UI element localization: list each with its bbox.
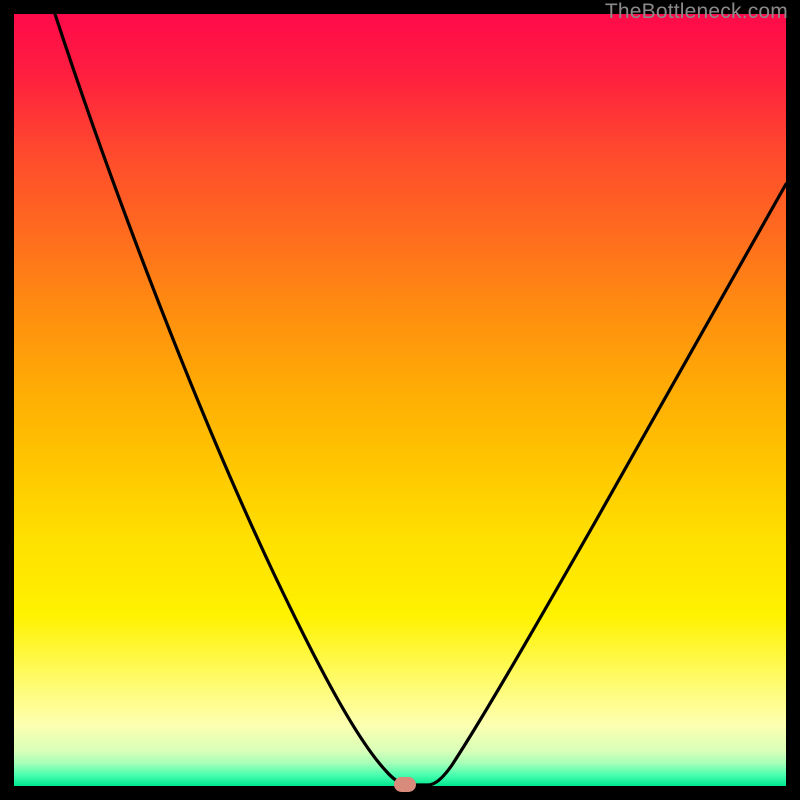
chart-background-gradient — [14, 14, 786, 786]
optimum-marker — [394, 777, 416, 792]
watermark-text: TheBottleneck.com — [605, 0, 788, 24]
